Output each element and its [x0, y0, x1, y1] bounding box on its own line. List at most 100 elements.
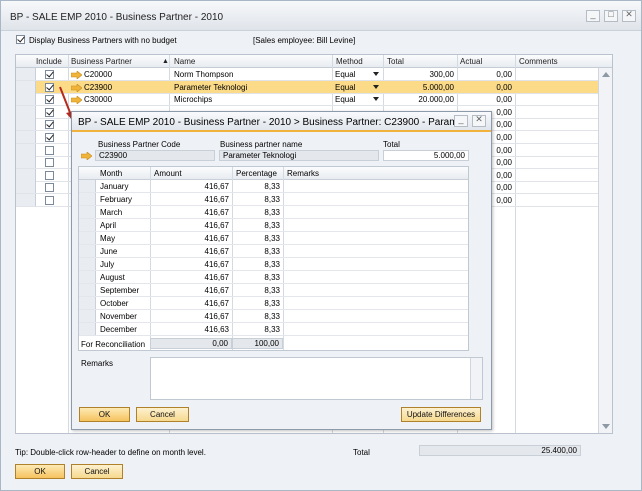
col-total[interactable]: Total	[387, 57, 404, 66]
percentage-cell[interactable]: 8,33	[233, 325, 280, 334]
percentage-cell[interactable]: 8,33	[233, 182, 280, 191]
include-checkbox[interactable]	[45, 158, 54, 168]
amount-cell[interactable]: 416,67	[151, 208, 229, 217]
table-row[interactable]: C20000 Norm Thompson Equal 300,00 0,00	[16, 68, 598, 81]
amount-cell[interactable]: 416,67	[151, 234, 229, 243]
month-row[interactable]: March 416,67 8,33	[79, 206, 468, 219]
col-month[interactable]: Month	[100, 169, 122, 178]
ok-button[interactable]: OK	[15, 464, 65, 479]
percentage-cell[interactable]: 8,33	[233, 221, 280, 230]
total-cell[interactable]: 20.000,00	[384, 95, 454, 104]
bp-name-cell[interactable]: Parameter Teknologi	[174, 83, 247, 92]
month-row[interactable]: April 416,67 8,33	[79, 219, 468, 232]
row-header[interactable]	[16, 80, 36, 93]
include-checkbox[interactable]	[45, 196, 54, 205]
maximize-button[interactable]: □	[604, 9, 618, 22]
sort-up-icon[interactable]: ▲	[162, 58, 169, 65]
percentage-cell[interactable]: 8,33	[233, 273, 280, 282]
col-business-partner[interactable]: Business Partner	[71, 57, 132, 66]
cancel-button[interactable]: Cancel	[71, 464, 123, 479]
month-row[interactable]: January 416,67 8,33	[79, 180, 468, 193]
update-differences-button[interactable]: Update Differences	[401, 407, 481, 422]
month-row[interactable]: November 416,67 8,33	[79, 310, 468, 323]
row-header[interactable]	[79, 310, 96, 322]
include-checkbox[interactable]	[45, 133, 54, 142]
include-checkbox[interactable]	[45, 145, 54, 155]
row-header[interactable]	[16, 105, 36, 118]
scroll-up-icon[interactable]	[602, 72, 610, 77]
dialog-total-field[interactable]: 5.000,00	[383, 150, 469, 161]
link-arrow-icon[interactable]	[71, 71, 82, 79]
bp-name-cell[interactable]: Microchips	[174, 95, 212, 104]
col-amount[interactable]: Amount	[154, 169, 182, 178]
row-header[interactable]	[79, 180, 96, 192]
col-method[interactable]: Method	[336, 57, 363, 66]
include-checkbox[interactable]	[45, 107, 54, 117]
table-row[interactable]: C30000 Microchips Equal 20.000,00 0,00	[16, 93, 598, 107]
include-checkbox[interactable]	[45, 170, 54, 180]
row-header[interactable]	[16, 93, 36, 106]
amount-cell[interactable]: 416,67	[151, 273, 229, 282]
method-dropdown[interactable]: Equal	[333, 81, 382, 93]
include-checkbox[interactable]	[45, 183, 54, 193]
month-row[interactable]: October 416,67 8,33	[79, 297, 468, 310]
row-header[interactable]	[79, 193, 96, 205]
row-header[interactable]	[79, 232, 96, 244]
link-arrow-icon[interactable]	[81, 152, 92, 160]
percentage-cell[interactable]: 8,33	[233, 247, 280, 256]
bp-code-cell[interactable]: C23900	[84, 83, 112, 92]
percentage-cell[interactable]: 8,33	[233, 260, 280, 269]
amount-cell[interactable]: 416,67	[151, 221, 229, 230]
row-header[interactable]	[79, 284, 96, 296]
dialog-ok-button[interactable]: OK	[79, 407, 130, 422]
remarks-scrollbar[interactable]	[470, 358, 482, 399]
row-header[interactable]	[79, 245, 96, 257]
month-row[interactable]: September 416,67 8,33	[79, 284, 468, 297]
month-row[interactable]: July 416,67 8,33	[79, 258, 468, 271]
include-checkbox[interactable]	[45, 70, 54, 79]
row-header[interactable]	[79, 323, 96, 335]
row-header[interactable]	[16, 68, 36, 80]
total-cell[interactable]: 300,00	[384, 70, 454, 79]
row-header[interactable]	[79, 258, 96, 270]
percentage-cell[interactable]: 8,33	[233, 208, 280, 217]
remarks-textarea[interactable]	[150, 357, 483, 400]
col-include[interactable]: Include	[36, 57, 62, 66]
amount-cell[interactable]: 416,67	[151, 312, 229, 321]
col-percentage[interactable]: Percentage	[236, 169, 277, 178]
amount-cell[interactable]: 416,63	[151, 325, 229, 334]
row-header[interactable]	[16, 118, 36, 131]
amount-cell[interactable]: 416,67	[151, 260, 229, 269]
no-budget-checkbox[interactable]	[16, 35, 25, 44]
amount-cell[interactable]: 416,67	[151, 247, 229, 256]
total-cell[interactable]: 5.000,00	[384, 83, 454, 92]
bp-code-cell[interactable]: C30000	[84, 95, 112, 104]
col-actual[interactable]: Actual	[460, 57, 482, 66]
include-checkbox[interactable]	[45, 95, 54, 105]
percentage-cell[interactable]: 8,33	[233, 299, 280, 308]
scroll-down-icon[interactable]	[602, 424, 610, 429]
amount-cell[interactable]: 416,67	[151, 299, 229, 308]
month-row[interactable]: February 416,67 8,33	[79, 193, 468, 206]
month-row[interactable]: May 416,67 8,33	[79, 232, 468, 245]
bp-name-cell[interactable]: Norm Thompson	[174, 70, 233, 79]
row-header[interactable]	[79, 206, 96, 218]
month-row[interactable]: August 416,67 8,33	[79, 271, 468, 284]
amount-cell[interactable]: 416,67	[151, 286, 229, 295]
include-checkbox[interactable]	[45, 82, 54, 92]
dialog-cancel-button[interactable]: Cancel	[136, 407, 189, 422]
dialog-minimize-button[interactable]: _	[454, 114, 468, 127]
row-header[interactable]	[16, 194, 36, 206]
month-row[interactable]: December 416,63 8,33	[79, 323, 468, 336]
method-dropdown[interactable]: Equal	[333, 68, 382, 80]
minimize-button[interactable]: _	[586, 9, 600, 22]
col-comments[interactable]: Comments	[519, 57, 558, 66]
dialog-close-button[interactable]: ✕	[472, 114, 486, 127]
row-header[interactable]	[16, 156, 36, 169]
row-header[interactable]	[79, 219, 96, 231]
percentage-cell[interactable]: 8,33	[233, 312, 280, 321]
row-header[interactable]	[16, 143, 36, 156]
amount-cell[interactable]: 416,67	[151, 195, 229, 204]
amount-cell[interactable]: 416,67	[151, 182, 229, 191]
method-dropdown[interactable]: Equal	[333, 93, 382, 105]
